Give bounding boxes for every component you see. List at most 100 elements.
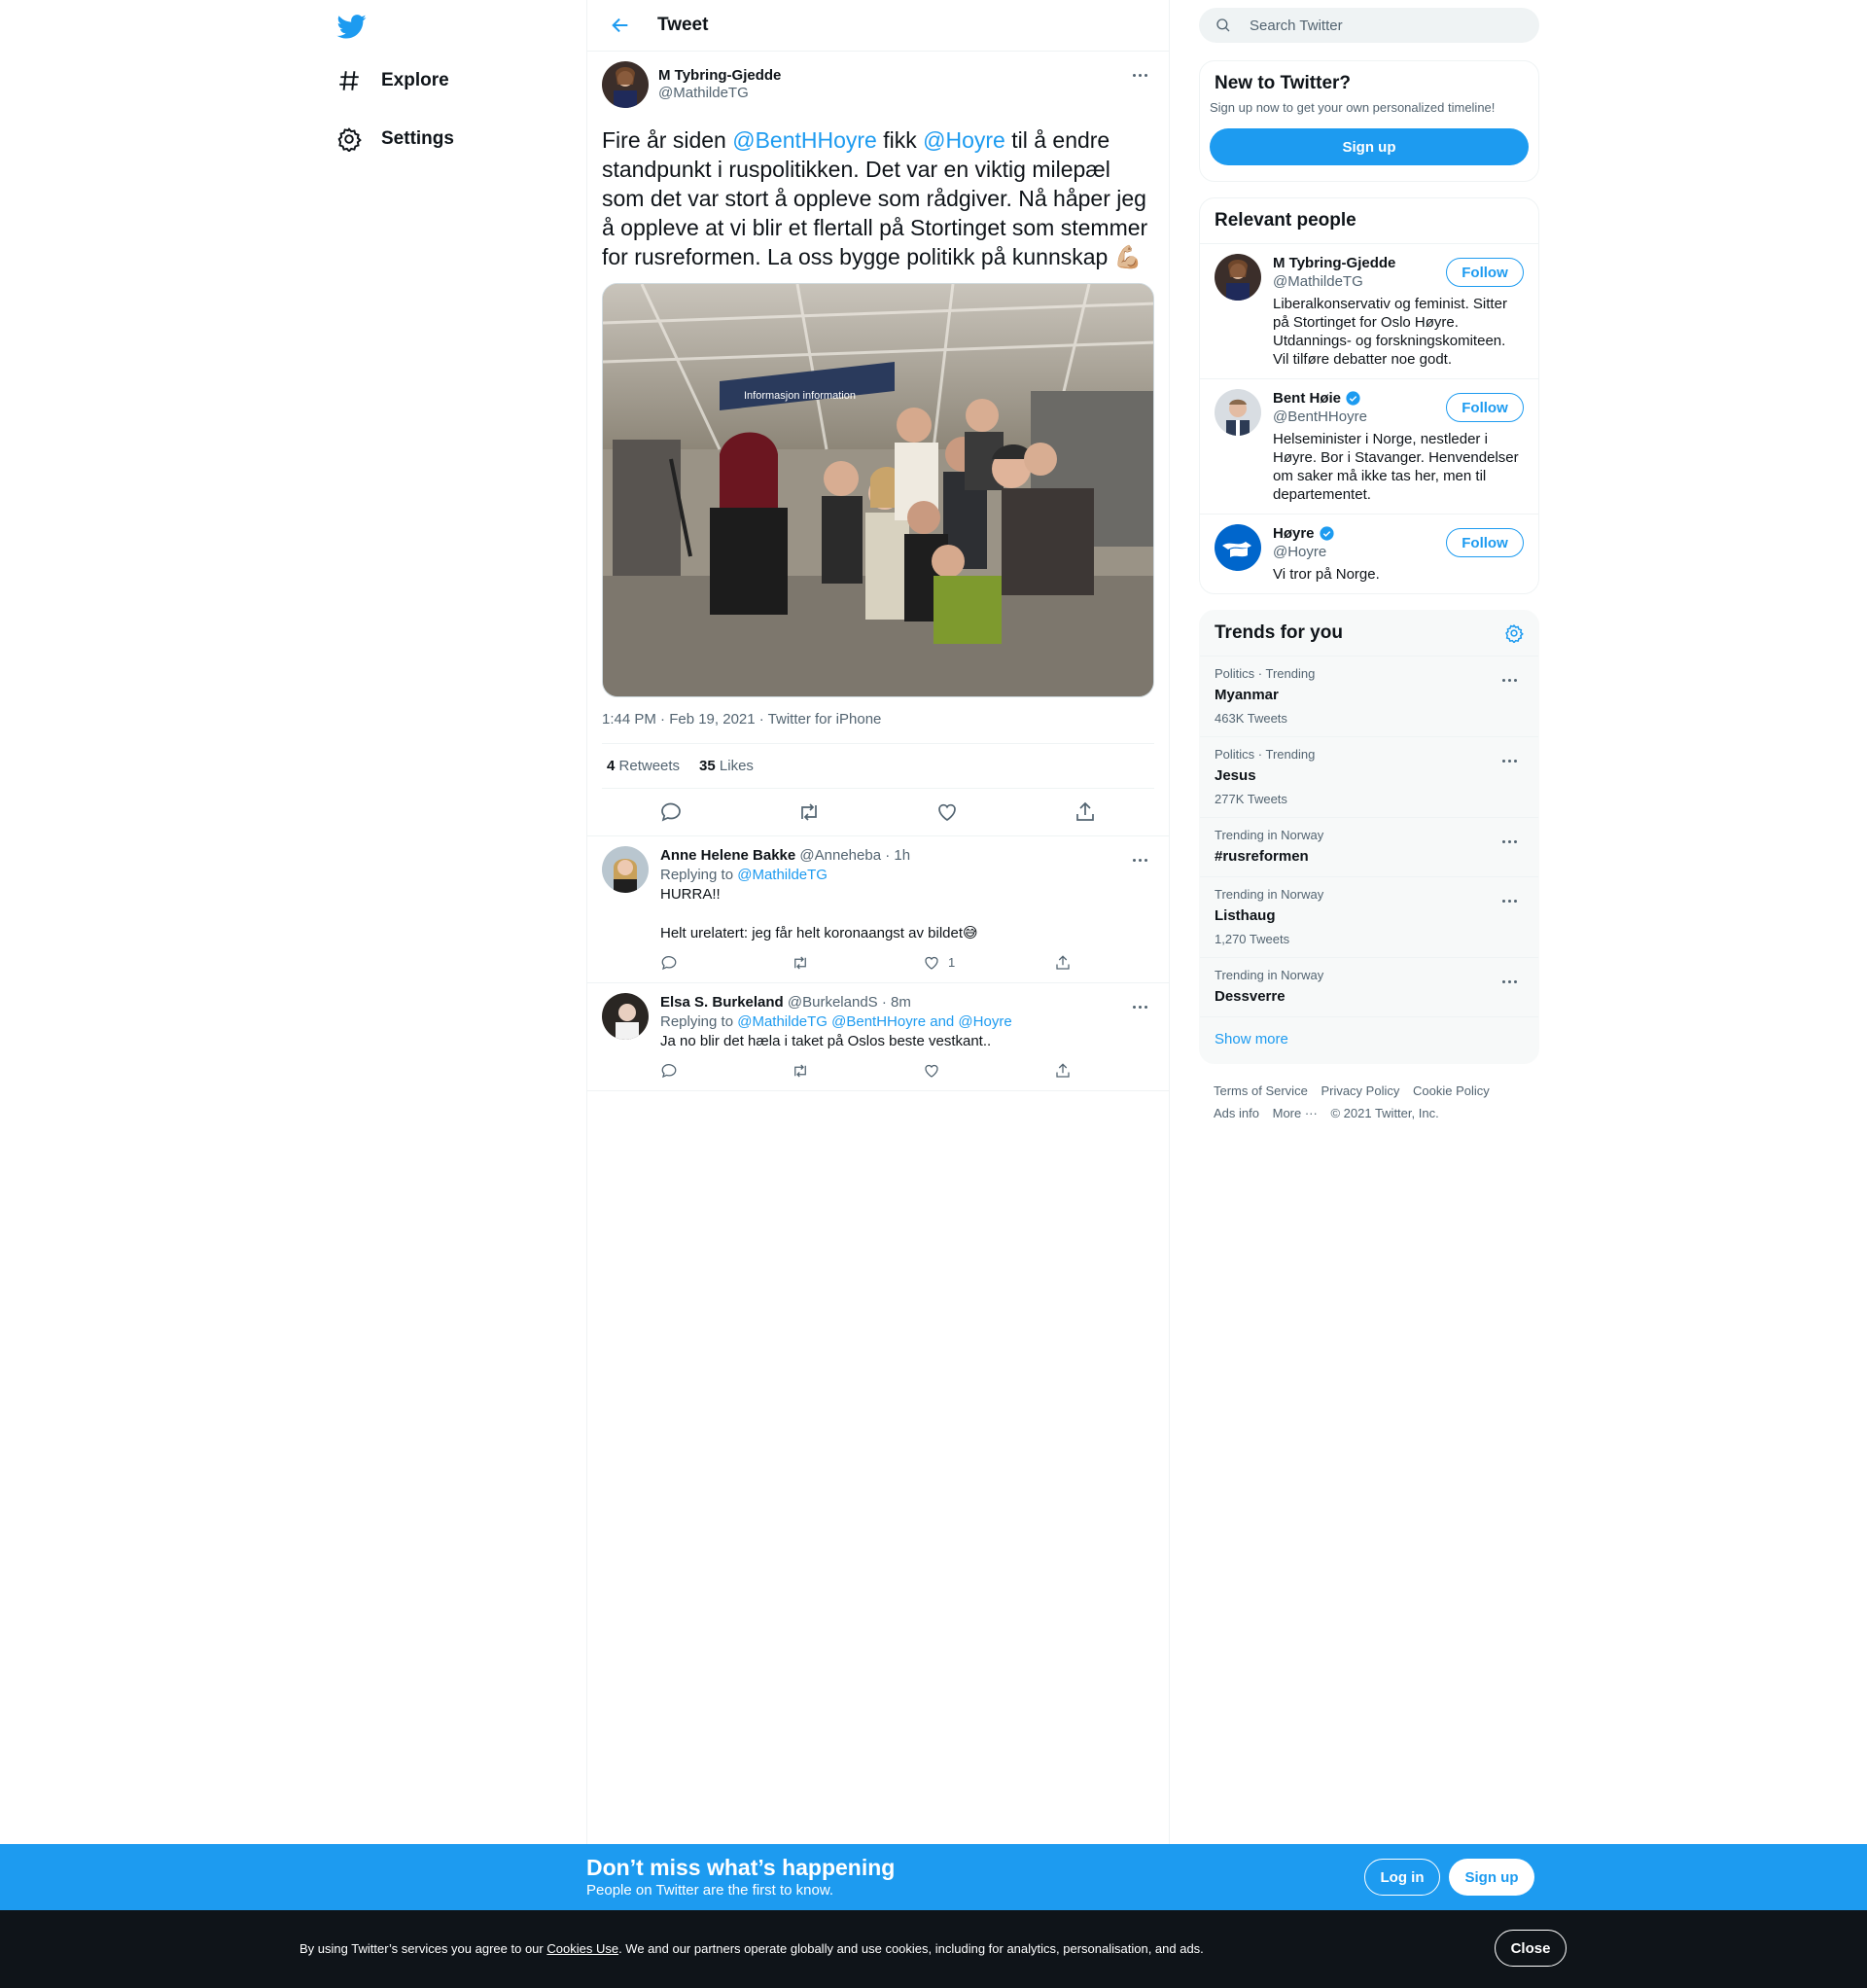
- reply-author-name[interactable]: Elsa S. Burkeland: [660, 994, 784, 1011]
- like-heart-icon[interactable]: [935, 800, 959, 824]
- likes-count: 35: [699, 758, 716, 774]
- page-title: Tweet: [657, 15, 709, 35]
- more-options-icon[interactable]: [1495, 670, 1524, 690]
- trend-count: 1,270 Tweets: [1215, 932, 1290, 946]
- person-item[interactable]: Bent Høie @BentHHoyre Helseminister i No…: [1200, 378, 1538, 514]
- trend-item[interactable]: Politics · Trending Jesus 277K Tweets: [1200, 737, 1538, 818]
- tweet-text-part: Fire år siden: [602, 127, 733, 153]
- relevant-people-card: Relevant people M Tybring-Gjedde @Mathil…: [1199, 197, 1539, 594]
- avatar[interactable]: [1215, 254, 1261, 301]
- reply-author-handle[interactable]: @BurkelandS: [788, 994, 878, 1011]
- tweet-timestamp[interactable]: 1:44 PM · Feb 19, 2021 · Twitter for iPh…: [602, 711, 1154, 744]
- tweet-photo[interactable]: Informasjon information: [602, 283, 1154, 697]
- sign-up-button[interactable]: Sign up: [1210, 128, 1529, 165]
- avatar[interactable]: [1215, 524, 1261, 571]
- retweets-label: Retweets: [618, 758, 681, 774]
- copyright: © 2021 Twitter, Inc.: [1330, 1106, 1439, 1120]
- follow-button[interactable]: Follow: [1446, 393, 1524, 422]
- hashtag-icon: [339, 71, 359, 90]
- reply-icon[interactable]: [660, 954, 678, 972]
- author-handle[interactable]: @MathildeTG: [658, 85, 781, 102]
- more-options-icon[interactable]: [1495, 751, 1524, 770]
- follow-button[interactable]: Follow: [1446, 528, 1524, 557]
- person-name[interactable]: Bent Høie: [1273, 389, 1341, 408]
- footer-link[interactable]: Cookie Policy: [1413, 1083, 1490, 1098]
- cookie-banner: By using Twitter’s services you agree to…: [0, 1910, 1867, 1988]
- avatar[interactable]: [602, 993, 649, 1040]
- follow-button[interactable]: Follow: [1446, 258, 1524, 287]
- share-icon[interactable]: [1054, 1062, 1072, 1080]
- reply-icon[interactable]: [659, 800, 683, 824]
- replying-to-label: Replying to: [660, 1013, 734, 1030]
- search-input[interactable]: [1250, 17, 1522, 34]
- tweet-actions: [602, 789, 1154, 835]
- trend-count: 463K Tweets: [1215, 711, 1287, 726]
- trend-item[interactable]: Trending in Norway #rusreformen: [1200, 818, 1538, 877]
- group-selfie-photo: Informasjon information: [603, 284, 1153, 696]
- nav-explore[interactable]: Explore: [336, 59, 449, 102]
- avatar[interactable]: [602, 61, 649, 108]
- reply-time[interactable]: · 8m: [882, 994, 911, 1011]
- retweet-icon[interactable]: [792, 1062, 809, 1080]
- close-button[interactable]: Close: [1495, 1930, 1567, 1967]
- reply-author-name[interactable]: Anne Helene Bakke: [660, 847, 795, 864]
- like-heart-icon[interactable]: [923, 1062, 940, 1080]
- card-title: Relevant people: [1215, 210, 1356, 231]
- search-box[interactable]: [1199, 8, 1539, 43]
- gear-icon[interactable]: [1504, 623, 1524, 643]
- show-more-link[interactable]: Show more: [1200, 1017, 1538, 1063]
- person-bio: Liberalkonservativ og feminist. Sitter p…: [1273, 296, 1507, 368]
- mention-link[interactable]: @MathildeTG @BentHHoyre and @Hoyre: [737, 1013, 1011, 1030]
- mention-link[interactable]: @MathildeTG: [737, 867, 828, 883]
- reply-tweet[interactable]: Anne Helene Bakke @Anneheba · 1h Replyin…: [587, 835, 1169, 982]
- author-name[interactable]: M Tybring-Gjedde: [658, 67, 781, 85]
- retweet-icon[interactable]: [797, 800, 821, 824]
- twitter-bird-icon[interactable]: [336, 12, 368, 41]
- trend-item[interactable]: Politics · Trending Myanmar 463K Tweets: [1200, 657, 1538, 737]
- person-item[interactable]: Høyre @Hoyre Vi tror på Norge. Follow: [1200, 514, 1538, 593]
- reply-text-line: HURRA!!: [660, 886, 721, 903]
- retweets-stat[interactable]: 4 Retweets: [607, 758, 680, 774]
- nav-settings[interactable]: Settings: [336, 118, 454, 160]
- back-button[interactable]: [603, 8, 638, 43]
- more-options-icon[interactable]: [1495, 972, 1524, 991]
- more-options-icon[interactable]: [1125, 997, 1154, 1016]
- share-icon[interactable]: [1054, 954, 1072, 972]
- likes-label: Likes: [719, 758, 754, 774]
- log-in-button[interactable]: Log in: [1364, 1859, 1440, 1896]
- reply-time[interactable]: · 1h: [885, 847, 910, 864]
- reply-author-handle[interactable]: @Anneheba: [799, 847, 881, 864]
- likes-stat[interactable]: 35 Likes: [699, 758, 754, 774]
- retweet-icon[interactable]: [792, 954, 809, 972]
- more-options-icon[interactable]: [1125, 850, 1154, 870]
- reply-icon[interactable]: [660, 1062, 678, 1080]
- trend-context: Politics · Trending: [1215, 747, 1316, 762]
- sign-up-button[interactable]: Sign up: [1449, 1859, 1534, 1896]
- replying-to-label: Replying to: [660, 867, 734, 883]
- footer-link[interactable]: Terms of Service: [1214, 1083, 1308, 1098]
- footer-link[interactable]: Ads info: [1214, 1106, 1259, 1120]
- trend-count: 277K Tweets: [1215, 792, 1287, 806]
- more-options-icon[interactable]: [1125, 65, 1154, 85]
- nav-settings-label: Settings: [381, 128, 454, 149]
- footer-more-link[interactable]: More ···: [1273, 1106, 1318, 1120]
- footer-link[interactable]: Privacy Policy: [1321, 1083, 1399, 1098]
- trend-name: Listhaug: [1215, 907, 1276, 924]
- trend-context: Trending in Norway: [1215, 828, 1324, 842]
- cookie-text-part: By using Twitter’s services you agree to…: [299, 1941, 547, 1956]
- avatar[interactable]: [1215, 389, 1261, 436]
- share-icon[interactable]: [1074, 800, 1097, 824]
- mention-link[interactable]: @BentHHoyre: [732, 127, 877, 153]
- person-name[interactable]: Høyre: [1273, 524, 1315, 543]
- avatar[interactable]: [602, 846, 649, 893]
- person-item[interactable]: M Tybring-Gjedde @MathildeTG Liberalkons…: [1200, 243, 1538, 378]
- signup-banner: Don’t miss what’s happening People on Tw…: [0, 1844, 1867, 1910]
- more-options-icon[interactable]: [1495, 832, 1524, 851]
- trend-item[interactable]: Trending in Norway Dessverre: [1200, 958, 1538, 1017]
- trend-item[interactable]: Trending in Norway Listhaug 1,270 Tweets: [1200, 877, 1538, 958]
- reply-tweet[interactable]: Elsa S. Burkeland @BurkelandS · 8m Reply…: [587, 982, 1169, 1091]
- like-heart-icon[interactable]: [923, 954, 940, 972]
- cookies-use-link[interactable]: Cookies Use: [546, 1941, 618, 1956]
- mention-link[interactable]: @Hoyre: [923, 127, 1005, 153]
- more-options-icon[interactable]: [1495, 891, 1524, 910]
